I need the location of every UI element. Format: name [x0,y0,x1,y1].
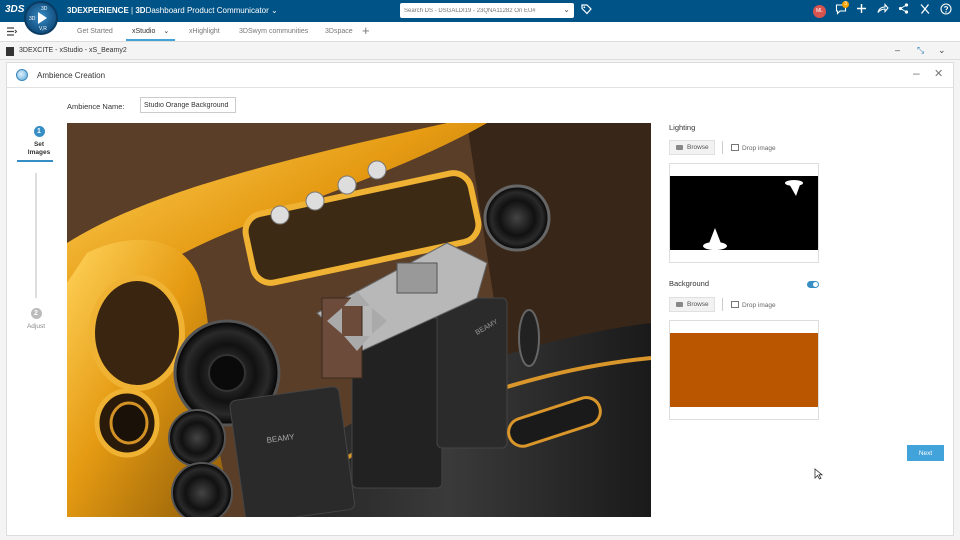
search-input[interactable] [404,4,556,17]
tab-bar: Get Started xStudio ⌄ xHighlight 3DSwym c… [0,22,960,42]
step-number: 1 [33,126,45,137]
3d-viewport[interactable]: BEAMY BEAMY [67,123,651,517]
lighting-title: Lighting [669,123,696,132]
chevron-down-icon[interactable]: ⌄ [938,45,946,56]
top-right-toolbar: ML 3 [809,1,956,19]
hdr-image [670,176,818,250]
background-toggle[interactable] [807,281,819,288]
menu-icon[interactable] [6,26,17,37]
tab-xstudio-label: xStudio [132,28,156,35]
step-connector [35,173,37,298]
top-bar: 3DS 3D 3D V,R 3DEXPERIENCE | 3DDashboard… [0,0,960,35]
step-active-underline [17,160,53,162]
close-icon[interactable]: ✕ [934,67,943,80]
ambience-name-input[interactable] [140,97,236,113]
folder-icon [676,302,683,307]
play-icon [38,12,47,24]
ambience-name-label: Ambience Name: [67,102,125,111]
app-header: 3DEXCITE - xStudio - xS_Beamy2 – ⤡ ⌄ [0,43,960,60]
background-color-swatch [670,333,818,407]
app-title: 3DEXCITE - xStudio - xS_Beamy2 [19,47,127,54]
ambience-icon [16,69,28,81]
step-label: Set Images [17,141,61,157]
lighting-drop-label: Drop image [742,145,776,152]
folder-icon [676,145,683,150]
brand-dashboard: Dashboard [145,6,185,15]
brand-product: Product Communicator [186,6,269,15]
chevron-down-icon[interactable]: ⌄ [163,28,169,35]
step-number: 2 [30,308,42,319]
chevron-down-icon[interactable]: ⌄ [563,5,570,14]
background-drop-zone[interactable]: Drop image [731,301,776,309]
step-label-line2: Images [27,149,51,156]
plus-icon[interactable] [851,3,872,19]
notification-badge: 3 [842,1,849,8]
tab-xhighlight[interactable]: xHighlight [189,22,220,41]
step-label-line1: Set [33,141,45,148]
tab-xstudio[interactable]: xStudio ⌄ [126,22,176,41]
mouse-cursor-icon [814,468,823,480]
compass-left-label: 3D [29,16,36,22]
compass-button[interactable]: 3D 3D V,R [24,1,58,35]
background-browse-label: Browse [687,301,709,308]
dialog-title: Ambience Creation [37,71,106,80]
avatar[interactable]: ML [813,4,826,18]
dialog-header: Ambience Creation – ✕ [7,63,953,88]
lighting-drop-zone[interactable]: Drop image [731,144,776,152]
background-title: Background [669,279,710,288]
drop-image-icon [731,301,739,308]
tab-3dspace[interactable]: 3Dspace [325,22,353,41]
divider [722,141,723,154]
step-set-images[interactable]: 1 Set Images [17,126,61,157]
toggle-knob [813,282,818,287]
step-label: Adjust [26,323,46,330]
lighting-browse-label: Browse [687,144,709,151]
tab-3dswym-communities[interactable]: 3DSwym communities [239,22,308,41]
speaker-render: BEAMY BEAMY [67,123,651,517]
share-network-icon[interactable] [893,3,914,19]
next-button[interactable]: Next [907,445,944,461]
background-preview [669,320,819,420]
search-box: ⌄ [400,3,574,18]
drop-image-icon [731,144,739,151]
brand-3dexperience: 3DEXPERIENCE [67,6,129,15]
background-drop-label: Drop image [742,302,776,309]
add-tab-icon[interactable]: + [362,23,370,38]
tab-get-started[interactable]: Get Started [77,22,113,41]
collapse-icon[interactable]: ⤡ [917,45,924,56]
lighting-preview [669,163,819,263]
minimize-icon[interactable]: – [913,66,920,80]
tools-icon[interactable] [914,3,935,19]
ds-logo: 3DS [5,4,25,15]
lighting-browse-button[interactable]: Browse [669,140,715,155]
compass-bottom-label: V,R [39,26,47,32]
tag-icon[interactable] [581,4,592,15]
ambience-creation-dialog: Ambience Creation – ✕ 1 Set Images 2 Adj… [6,62,954,536]
brand-title[interactable]: 3DEXPERIENCE | 3DDashboard Product Commu… [67,6,278,15]
background-browse-button[interactable]: Browse [669,297,715,312]
app-icon [6,47,14,56]
chevron-down-icon: ⌄ [270,6,278,15]
minimize-icon[interactable]: – [895,45,900,55]
step-adjust[interactable]: 2 Adjust [14,308,58,331]
divider [722,298,723,311]
share-icon[interactable] [872,3,893,19]
help-icon[interactable] [935,3,956,19]
chat-icon[interactable]: 3 [830,1,851,19]
brand-3d: 3D [135,6,146,15]
